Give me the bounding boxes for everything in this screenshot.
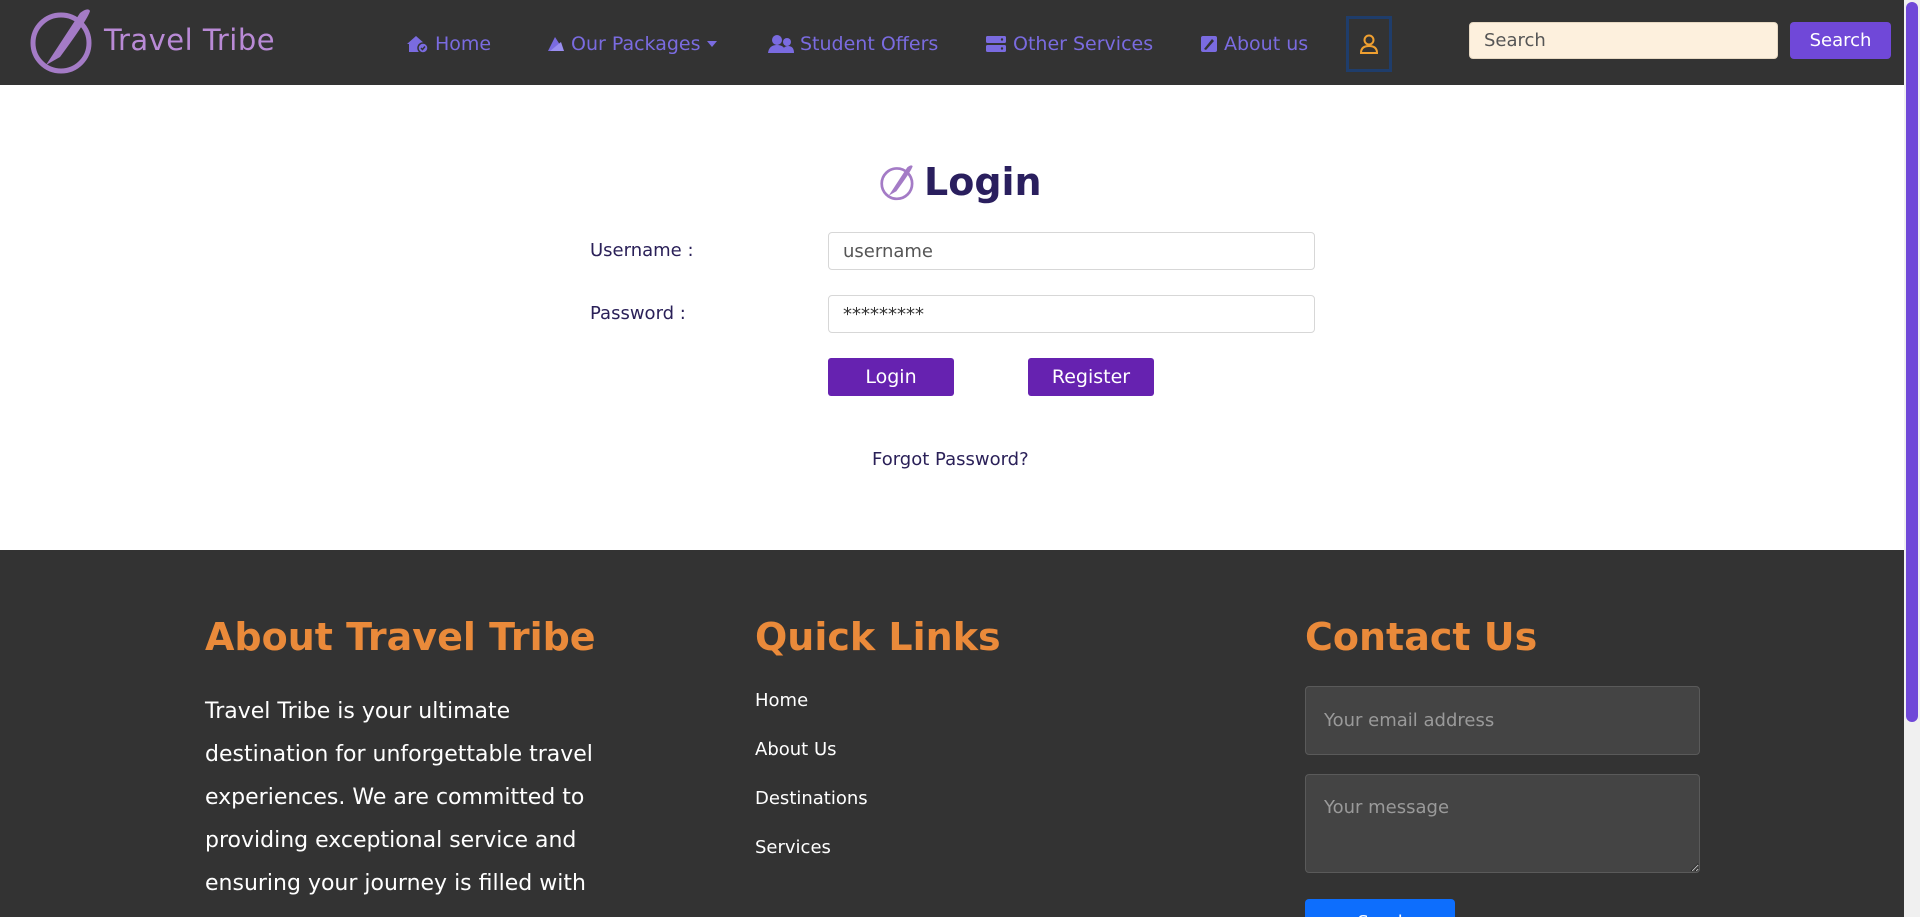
about-heading: About Travel Tribe <box>205 615 596 659</box>
username-label: Username : <box>590 240 694 261</box>
compass-logo-icon <box>880 165 914 201</box>
user-icon <box>1359 34 1379 54</box>
username-field[interactable] <box>828 232 1315 270</box>
compass-logo-icon <box>30 9 92 74</box>
quick-link-destinations[interactable]: Destinations <box>755 788 868 809</box>
note-icon <box>1201 36 1217 52</box>
sail-icon <box>548 37 564 51</box>
nav-other-services[interactable]: Other Services <box>985 31 1153 57</box>
page-scrollbar[interactable] <box>1904 0 1920 917</box>
nav-other-services-label: Other Services <box>1013 33 1154 55</box>
quick-link-home[interactable]: Home <box>755 690 808 711</box>
user-account-button[interactable] <box>1346 16 1392 72</box>
nav-home[interactable]: Home <box>405 31 491 57</box>
quick-links-heading: Quick Links <box>755 615 1001 659</box>
server-icon <box>986 36 1006 52</box>
house-icon <box>407 36 429 54</box>
navbar: Travel Tribe Home Our Packages Student O… <box>0 0 1904 85</box>
nav-student-offers[interactable]: Student Offers <box>768 31 938 57</box>
nav-our-packages[interactable]: Our Packages <box>547 31 717 57</box>
login-button[interactable]: Login <box>828 358 954 396</box>
nav-student-offers-label: Student Offers <box>800 33 939 55</box>
password-label: Password : <box>590 303 686 324</box>
search-input[interactable] <box>1469 22 1778 59</box>
contact-heading: Contact Us <box>1305 615 1538 659</box>
quick-link-services[interactable]: Services <box>755 837 831 858</box>
send-button[interactable]: Send <box>1305 899 1455 917</box>
register-button[interactable]: Register <box>1028 358 1154 396</box>
chevron-down-icon <box>706 41 717 47</box>
scrollbar-thumb[interactable] <box>1906 2 1918 722</box>
nav-our-packages-label: Our Packages <box>571 33 701 55</box>
password-field[interactable] <box>828 295 1315 333</box>
search-button[interactable]: Search <box>1790 22 1891 59</box>
contact-message-field[interactable] <box>1305 774 1700 873</box>
nav-about-us-label: About us <box>1224 33 1309 55</box>
users-icon <box>768 35 794 53</box>
nav-about-us[interactable]: About us <box>1200 31 1308 57</box>
brand[interactable]: Travel Tribe <box>30 5 275 75</box>
quick-link-about-us[interactable]: About Us <box>755 739 837 760</box>
brand-name: Travel Tribe <box>104 23 276 57</box>
about-text: Travel Tribe is your ultimate destinatio… <box>205 699 593 896</box>
page-title: Login <box>924 160 1042 204</box>
login-heading: Login <box>880 160 1042 204</box>
contact-email-field[interactable] <box>1305 686 1700 755</box>
forgot-password-link[interactable]: Forgot Password? <box>872 449 1029 470</box>
nav-home-label: Home <box>435 33 492 55</box>
